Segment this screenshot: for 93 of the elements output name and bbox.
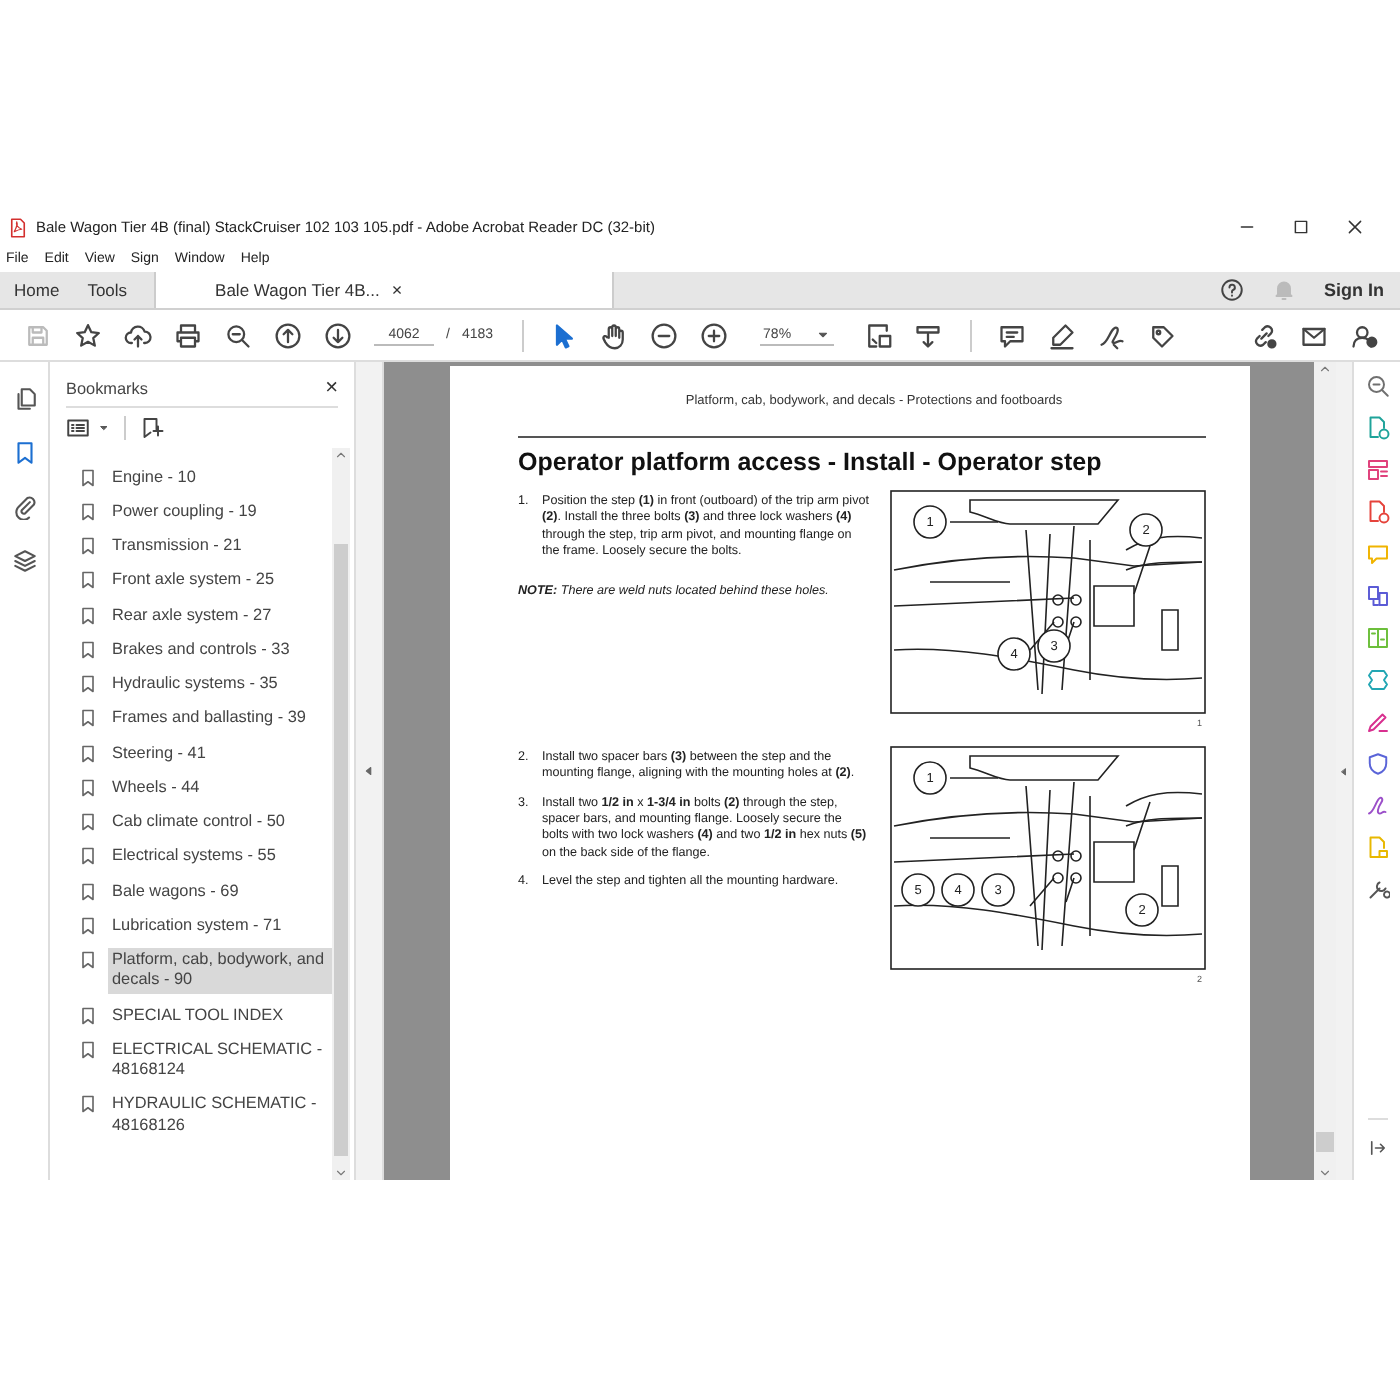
combine-files-icon[interactable] — [1365, 584, 1389, 608]
bookmark-outline-icon — [78, 639, 98, 660]
sign-in-link[interactable]: Sign In — [1324, 280, 1384, 300]
caret-icon[interactable] — [98, 422, 110, 434]
bookmark-item[interactable]: Rear axle system - 27 — [108, 603, 276, 628]
tag-edit-icon[interactable] — [1148, 321, 1177, 349]
pointer-icon[interactable] — [550, 321, 579, 349]
tab[interactable]: Home — [0, 272, 74, 308]
bookmark-outline-icon — [78, 743, 98, 763]
share-link-icon[interactable] — [1249, 321, 1277, 349]
collapse-left-icon[interactable] — [1338, 765, 1350, 777]
bookmark-outline-icon — [78, 674, 98, 694]
bookmark-outline-icon — [78, 536, 98, 556]
expand-panel-icon[interactable] — [1367, 1138, 1387, 1158]
bookmark-outline-icon — [78, 950, 98, 970]
bookmark-item[interactable]: SPECIAL TOOL INDEX — [108, 1003, 288, 1028]
down-caret-icon[interactable] — [1318, 1166, 1332, 1180]
close-tab-button[interactable]: × — [391, 280, 403, 300]
print-icon[interactable] — [173, 321, 201, 349]
bookmark-item[interactable]: Bale wagons - 69 — [108, 879, 243, 904]
star-icon[interactable] — [73, 321, 101, 349]
layers-icon[interactable] — [11, 548, 37, 574]
close-panel-button[interactable]: × — [325, 376, 338, 400]
bookmark-outline-icon — [78, 915, 98, 936]
add-user-icon[interactable] — [1349, 321, 1377, 349]
bookmark-item[interactable]: Frames and ballasting - 39 — [108, 706, 310, 731]
up-caret-icon[interactable] — [334, 448, 348, 462]
bookmark-outline-icon — [78, 570, 98, 591]
down-caret-icon[interactable] — [334, 1166, 348, 1180]
bookmark-icon[interactable] — [11, 440, 37, 466]
bookmark-item[interactable]: Power coupling - 19 — [108, 499, 261, 524]
scroll-mode-icon[interactable] — [914, 321, 943, 349]
up-caret-icon[interactable] — [1318, 362, 1332, 376]
bookmark-item[interactable]: Front axle system - 25 — [108, 568, 278, 593]
bookmark-outline-icon — [78, 1094, 98, 1115]
bookmark-item[interactable]: Steering - 41 — [108, 741, 210, 766]
document-heading: Operator platform access - Install - Operator step — [518, 435, 1206, 479]
scrollbar[interactable] — [1314, 362, 1336, 1180]
caret-icon — [815, 327, 830, 341]
bookmark-outline-icon — [78, 777, 98, 798]
bookmark-item[interactable]: Hydraulic systems - 35 — [108, 672, 282, 697]
cloud-upload-icon[interactable] — [123, 321, 151, 349]
bookmark-item[interactable]: Cab climate control - 50 — [108, 810, 289, 835]
bookmark-outline-icon — [78, 1005, 98, 1025]
bookmark-outline-icon — [78, 1039, 98, 1060]
fit-page-icon[interactable] — [864, 321, 893, 349]
zoom-icon[interactable] — [1365, 374, 1389, 398]
zoom-plus-icon[interactable] — [700, 321, 729, 349]
zoom-out-icon[interactable] — [223, 321, 251, 349]
bookmark-item[interactable]: Platform, cab, bodywork, and decals - 90 — [108, 948, 332, 993]
hand-icon[interactable] — [600, 321, 629, 349]
bookmark-outline-icon — [78, 501, 98, 522]
bookmark-item[interactable]: Engine - 10 — [108, 465, 200, 490]
pdf-file-icon — [8, 217, 28, 237]
panel-title: Bookmarks — [66, 379, 148, 397]
scrollbar-thumb[interactable] — [334, 544, 348, 1156]
enhance-scan-icon[interactable] — [1365, 668, 1389, 692]
bookmark-outline-icon — [78, 846, 98, 867]
organize-pages-icon[interactable] — [1365, 458, 1389, 482]
add-bookmark-icon[interactable] — [140, 416, 164, 440]
fill-sign-icon[interactable] — [1365, 710, 1389, 734]
comment-icon[interactable] — [998, 321, 1027, 349]
bookmark-outline-icon — [78, 881, 98, 901]
bookmark-item[interactable]: ELECTRICAL SCHEMATIC - 48168124 — [108, 1037, 332, 1083]
bookmark-item[interactable]: HYDRAULIC SCHEMATIC - 48168126 — [108, 1092, 332, 1138]
scrollbar[interactable] — [332, 448, 350, 1180]
bookmark-outline-icon — [78, 812, 98, 832]
highlighter-icon[interactable] — [1048, 321, 1077, 349]
zoom-minus-icon[interactable] — [650, 321, 679, 349]
collapse-left-icon[interactable] — [362, 764, 376, 778]
bookmark-item[interactable]: Lubrication system - 71 — [108, 913, 286, 938]
tab[interactable]: Bale Wagon Tier 4B... × — [153, 272, 614, 308]
maximize-icon[interactable] — [1292, 218, 1310, 236]
shield-icon[interactable] — [1365, 752, 1389, 776]
bookmark-item[interactable]: Electrical systems - 55 — [108, 844, 280, 869]
help-icon[interactable] — [1220, 278, 1244, 302]
bookmark-outline-icon — [78, 467, 98, 487]
signature-icon[interactable] — [1365, 794, 1389, 818]
scrollbar-thumb[interactable] — [1316, 1132, 1334, 1152]
bookmark-item[interactable]: Brakes and controls - 33 — [108, 637, 294, 662]
export-pdf-icon[interactable] — [1365, 416, 1389, 440]
paperclip-icon[interactable] — [11, 494, 37, 520]
close-icon[interactable] — [1346, 218, 1364, 236]
signature-icon[interactable] — [1098, 321, 1127, 349]
wrench-icon[interactable] — [1365, 878, 1389, 902]
bookmark-item[interactable]: Wheels - 44 — [108, 775, 204, 800]
tab[interactable]: Tools — [73, 272, 142, 308]
bookmark-item[interactable]: Transmission - 21 — [108, 534, 246, 559]
create-pdf-icon[interactable] — [1365, 500, 1389, 524]
bookmark-outline-icon — [78, 605, 98, 625]
pages-icon[interactable] — [11, 386, 37, 412]
bookmark-outline-icon — [78, 708, 98, 729]
options-list-icon[interactable] — [66, 416, 90, 440]
